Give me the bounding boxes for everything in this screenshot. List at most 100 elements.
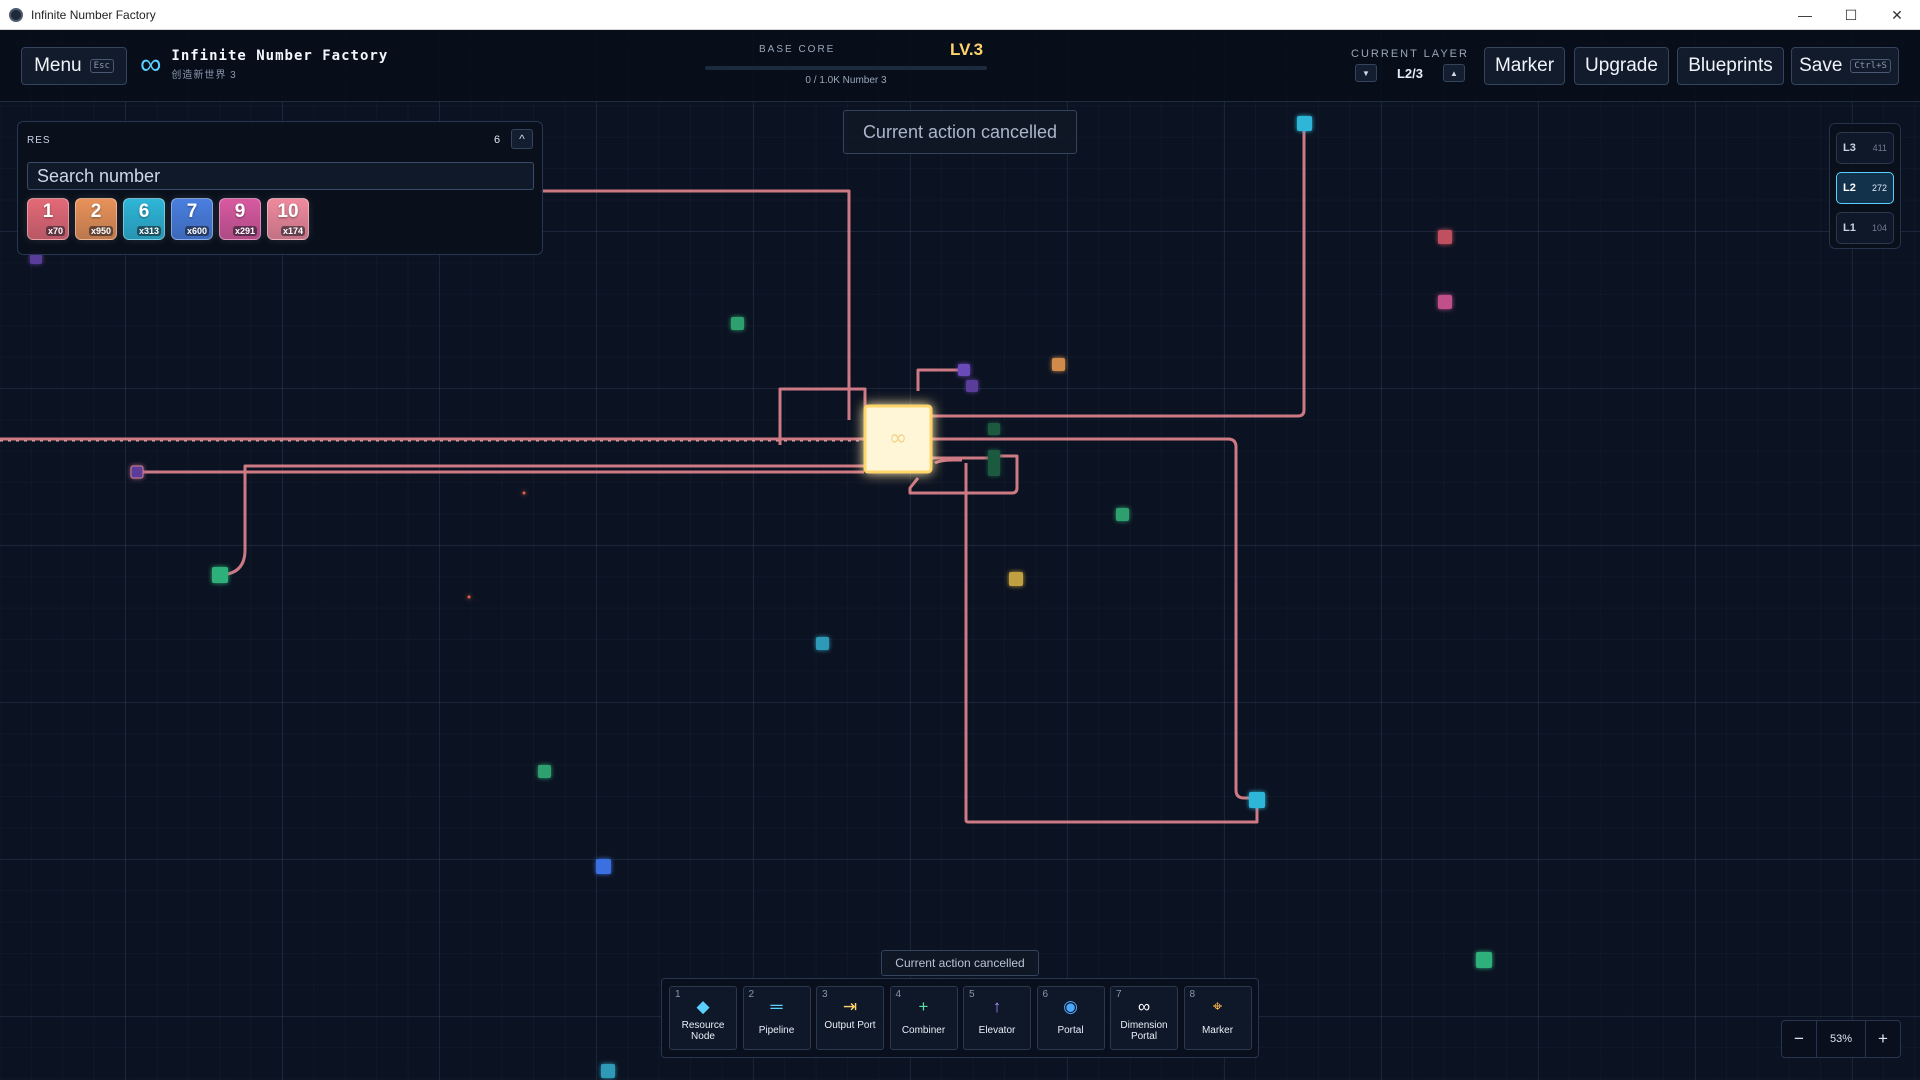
build-toolbar: 1 ◆ Resource Node 2 ═ Pipeline 3 ⇥ Output Port 4 +… [661,978,1259,1058]
layer-option-count: 411 [1872,143,1887,153]
tool-label: Pipeline [758,1025,795,1036]
resource-node [1009,572,1023,586]
resource-node [596,859,611,874]
tool-dimension-portal[interactable]: 7 ∞ Dimension Portal [1110,986,1178,1050]
layer-option-name: L1 [1843,222,1856,234]
combiner [988,450,1000,476]
top-bar: Menu Esc ∞ Infinite Number Factory 创造新世界… [0,30,1920,102]
layer-option-count: 104 [1871,223,1887,233]
infinity-icon: ∞ [140,47,162,81]
zoom-out-button[interactable]: − [1782,1021,1816,1057]
particle [522,491,526,495]
base-core-label: BASE CORE [759,44,836,55]
brand: ∞ Infinite Number Factory 创造新世界 3 [140,48,388,81]
output-port [966,380,978,392]
resource-chip[interactable]: 7 x600 [171,198,213,240]
save-label: Save [1799,55,1843,76]
resource-node [1476,952,1492,968]
app-icon [9,7,23,22]
search-number-input[interactable] [27,162,534,190]
resource-node [1438,295,1452,309]
menu-label: Menu [34,55,82,76]
tool-elevator[interactable]: 5 ↑ Elevator [963,986,1031,1050]
resource-chip-number: 1 [42,201,54,222]
elevator-arrow-icon: ↑ [992,997,1002,1016]
resource-node [538,765,551,778]
diamond-icon: ◆ [696,997,710,1016]
tool-output-port[interactable]: 3 ⇥ Output Port [816,986,884,1050]
layer-option-l1[interactable]: L1 104 [1836,212,1894,244]
layer-option-l2[interactable]: L2 272 [1836,172,1894,204]
current-layer-value: L2/3 [1396,65,1423,81]
upgrade-button[interactable]: Upgrade [1574,47,1669,85]
tool-label: Combiner [901,1025,946,1036]
tool-portal[interactable]: 6 ◉ Portal [1036,986,1105,1050]
resource-node [731,317,744,330]
layer-up-button[interactable]: ▲ [1443,64,1465,82]
pipeline [964,463,1259,824]
resource-count: 6 [494,134,501,146]
window-titlebar: Infinite Number Factory — ☐ ✕ [0,0,1920,30]
base-core-progress-text: 0 / 1.0K Number 3 [805,75,887,86]
zoom-in-button[interactable]: + [1866,1021,1900,1057]
tool-label: Portal [1057,1025,1084,1036]
resource-nodes [30,116,1492,1078]
particle [467,595,471,599]
plus-icon: + [918,997,929,1016]
resource-chip-quantity: x313 [136,226,161,236]
resource-node [1116,508,1129,521]
resource-node [1052,358,1065,371]
layer-down-button[interactable]: ▼ [1354,64,1377,82]
resource-node [601,1064,615,1078]
resource-chip[interactable]: 9 x291 [219,198,261,240]
pipeline [920,130,1306,418]
base-core-level: LV.3 [950,40,984,59]
close-button[interactable]: ✕ [1874,0,1920,30]
pipeline [916,368,964,391]
marker-icon: ⌖ [1212,997,1223,1016]
output-port-icon: ⇥ [842,997,858,1016]
resource-chip[interactable]: 1 x70 [27,198,69,240]
resource-chip-list: 1 x70 2 x950 6 x313 7 x600 9 x291 10 x174 [27,198,309,240]
resource-chip-number: 10 [277,201,299,222]
zoom-level: 53% [1816,1021,1866,1057]
resource-chip-number: 6 [138,201,150,222]
minimize-button[interactable]: — [1782,0,1828,30]
pipeline [217,464,864,577]
layer-option-l3[interactable]: L3 411 [1836,132,1894,164]
infinity-icon: ∞ [1137,997,1151,1016]
tool-resource-node[interactable]: 1 ◆ Resource Node [669,986,737,1050]
tool-combiner[interactable]: 4 + Combiner [889,986,958,1050]
marker-button[interactable]: Marker [1484,47,1565,85]
output-port [130,465,144,479]
resource-chip-quantity: x291 [232,226,257,236]
resource-chip-quantity: x950 [88,226,113,236]
resource-node [816,637,829,650]
action-hint: Current action cancelled [881,950,1039,976]
tool-pipeline[interactable]: 2 ═ Pipeline [742,986,811,1050]
save-button[interactable]: Save Ctrl+S [1791,47,1899,85]
resource-chip[interactable]: 2 x950 [75,198,117,240]
tool-marker[interactable]: 8 ⌖ Marker [1183,986,1252,1050]
tool-label: Marker [1201,1025,1234,1036]
pipeline-icon: ═ [770,997,783,1016]
current-layer-label: CURRENT LAYER [1351,48,1469,60]
collapse-button[interactable]: ^ [511,129,533,149]
resource-chip-number: 9 [234,201,246,222]
base-core-progress-bar [705,66,987,70]
zoom-control: − 53% + [1781,1020,1901,1058]
pipeline [540,189,851,420]
resource-chip-quantity: x600 [184,226,209,236]
world-name: 创造新世界 3 [171,70,237,81]
window-title: Infinite Number Factory [31,7,156,22]
resource-chip-quantity: x70 [45,226,65,236]
resource-panel-title: RES [27,135,51,146]
menu-button[interactable]: Menu Esc [21,47,127,85]
factory-canvas[interactable]: ∞ Menu Esc ∞ Infinite Number Factory 创造新… [0,30,1920,1080]
maximize-button[interactable]: ☐ [1828,0,1874,30]
resource-chip[interactable]: 10 x174 [267,198,309,240]
resource-node [1249,792,1265,808]
blueprints-button[interactable]: Blueprints [1677,47,1784,85]
resource-node [212,567,228,583]
resource-chip[interactable]: 6 x313 [123,198,165,240]
